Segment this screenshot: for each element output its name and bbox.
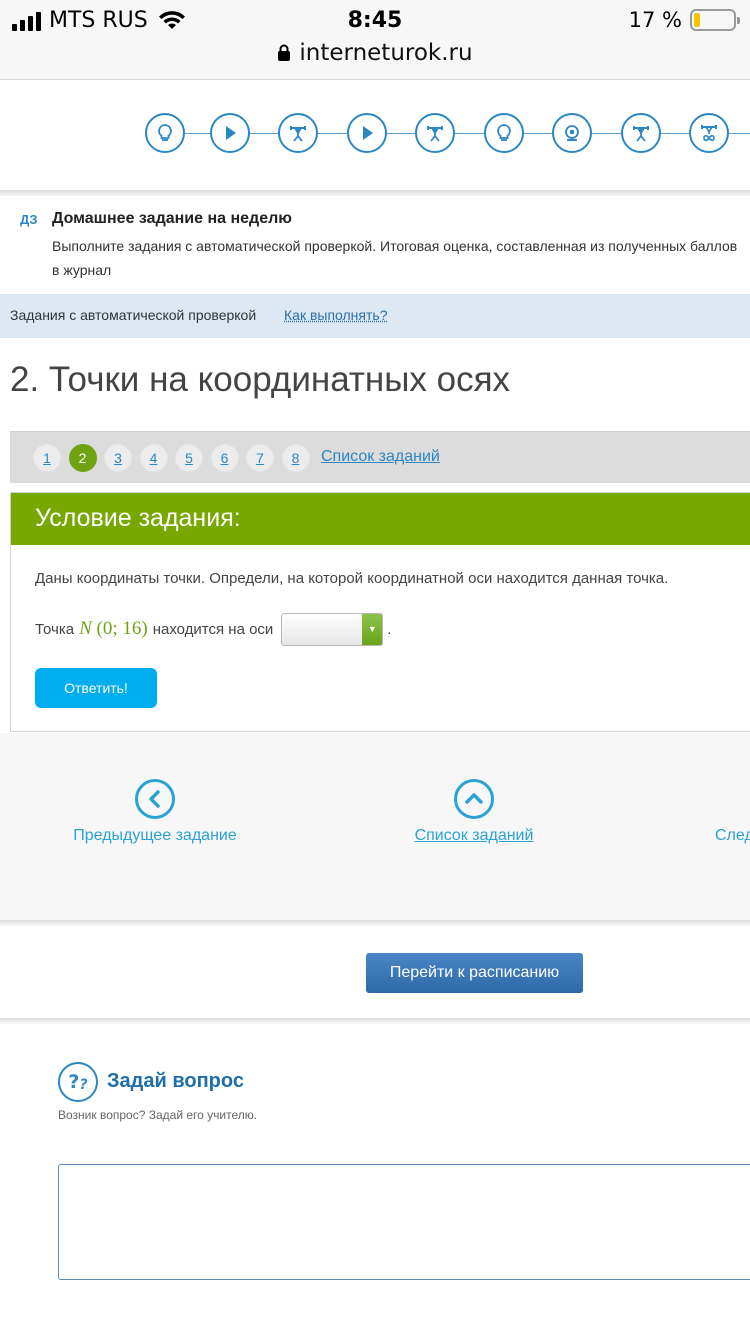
lightbulb-icon bbox=[155, 123, 175, 143]
how-to-link[interactable]: Как выполнять? bbox=[284, 307, 388, 323]
point-coords: (0; 16) bbox=[96, 618, 148, 639]
play-icon bbox=[220, 123, 240, 143]
status-bar: MTS RUS 8:45 17 % bbox=[0, 6, 750, 36]
weightlifter-icon bbox=[425, 123, 445, 143]
list-task-link[interactable]: Список заданий bbox=[413, 779, 535, 845]
homework-text: Выполните задания с автоматической прове… bbox=[52, 234, 750, 282]
schedule-button[interactable]: Перейти к расписанию bbox=[366, 953, 583, 993]
lesson-step-8[interactable] bbox=[621, 113, 661, 153]
homework-title: Домашнее задание на неделю bbox=[52, 210, 292, 227]
task-header: Условие задания: bbox=[11, 493, 750, 545]
auto-check-label: Задания с автоматической проверкой bbox=[10, 307, 257, 323]
question-period: . bbox=[387, 620, 392, 638]
lesson-step-6[interactable] bbox=[484, 113, 524, 153]
auto-check-bar: Задания с автоматической проверкой Как в… bbox=[0, 294, 750, 338]
point-name: N bbox=[79, 618, 92, 639]
task-list-link[interactable]: Список заданий bbox=[321, 448, 440, 466]
pager-item-8[interactable]: 8 bbox=[281, 444, 310, 472]
chevron-left-icon[interactable] bbox=[135, 779, 175, 819]
answer-button[interactable]: Ответить! bbox=[35, 668, 157, 708]
play-icon bbox=[357, 123, 377, 143]
url-text: interneturok.ru bbox=[299, 40, 473, 66]
task-card: Условие задания: Даны координаты точки. … bbox=[10, 492, 750, 732]
weightlifter-infinity-icon bbox=[699, 123, 719, 143]
prev-task-label[interactable]: Предыдущее задание bbox=[72, 827, 238, 845]
lightbulb-icon bbox=[494, 123, 514, 143]
task-condition: Даны координаты точки. Определи, на кото… bbox=[35, 570, 669, 587]
lesson-steps bbox=[0, 90, 750, 190]
homework-block: ДЗ Домашнее задание на неделю Выполните … bbox=[0, 196, 750, 294]
question-prefix: Точка bbox=[35, 620, 75, 638]
browser-top-bar: MTS RUS 8:45 17 % interneturok.ru bbox=[0, 0, 750, 80]
lesson-step-3[interactable] bbox=[278, 113, 318, 153]
next-task-label[interactable]: Следующее задание bbox=[715, 827, 750, 845]
lesson-step-2[interactable] bbox=[210, 113, 250, 153]
lesson-step-5[interactable] bbox=[415, 113, 455, 153]
next-task-link[interactable]: Следующее задание bbox=[715, 779, 750, 845]
homework-text-line2: в журнал bbox=[52, 262, 112, 278]
prev-task-link[interactable]: Предыдущее задание bbox=[72, 779, 238, 845]
question-line: Точка N (0; 16) находится на оси ▼ . bbox=[35, 612, 391, 646]
pager-item-6[interactable]: 6 bbox=[210, 444, 239, 472]
lesson-step-7[interactable] bbox=[552, 113, 592, 153]
webcam-icon bbox=[562, 123, 582, 143]
lesson-step-9[interactable] bbox=[689, 113, 729, 153]
axis-select[interactable]: ▼ bbox=[281, 612, 384, 646]
pager-item-4[interactable]: 4 bbox=[139, 444, 168, 472]
battery-percent: 17 % bbox=[628, 8, 682, 32]
homework-text-line1: Выполните задания с автоматической прове… bbox=[52, 238, 738, 254]
pager-item-1[interactable]: 1 bbox=[33, 444, 61, 472]
weightlifter-icon bbox=[631, 123, 651, 143]
point-label: N (0; 16) bbox=[79, 618, 148, 640]
page-title: 2. Точки на координатных осях bbox=[10, 360, 511, 399]
task-navigation: Предыдущее задание Список заданий Следую… bbox=[0, 733, 750, 923]
homework-tag: ДЗ bbox=[20, 212, 38, 227]
battery-icon bbox=[690, 9, 740, 31]
dropdown-arrow-icon[interactable]: ▼ bbox=[362, 613, 383, 645]
address-bar[interactable]: interneturok.ru bbox=[0, 40, 750, 66]
pager-item-3[interactable]: 3 bbox=[104, 444, 132, 472]
question-icon: ?? bbox=[58, 1062, 98, 1102]
question-suffix: находится на оси bbox=[152, 620, 274, 638]
task-header-title: Условие задания: bbox=[35, 504, 241, 532]
ask-title: Задай вопрос bbox=[107, 1070, 244, 1092]
ask-subtitle: Возник вопрос? Задай его учителю. bbox=[58, 1108, 258, 1122]
lesson-step-4[interactable] bbox=[347, 113, 387, 153]
divider bbox=[0, 920, 750, 926]
pager-item-7[interactable]: 7 bbox=[246, 444, 274, 472]
pager-item-5[interactable]: 5 bbox=[175, 444, 203, 472]
task-pager: 12345678 Список заданий bbox=[10, 431, 750, 483]
weightlifter-icon bbox=[288, 123, 308, 143]
divider bbox=[0, 1018, 750, 1024]
list-task-label[interactable]: Список заданий bbox=[413, 827, 535, 845]
lock-icon bbox=[278, 44, 291, 61]
pager-item-2[interactable]: 2 bbox=[68, 444, 97, 472]
question-textarea[interactable] bbox=[58, 1164, 750, 1280]
battery-area: 17 % bbox=[628, 8, 740, 32]
steps-connector bbox=[165, 133, 750, 134]
battery-level bbox=[694, 13, 701, 27]
lesson-step-1[interactable] bbox=[145, 113, 185, 153]
chevron-up-icon[interactable] bbox=[454, 779, 494, 819]
